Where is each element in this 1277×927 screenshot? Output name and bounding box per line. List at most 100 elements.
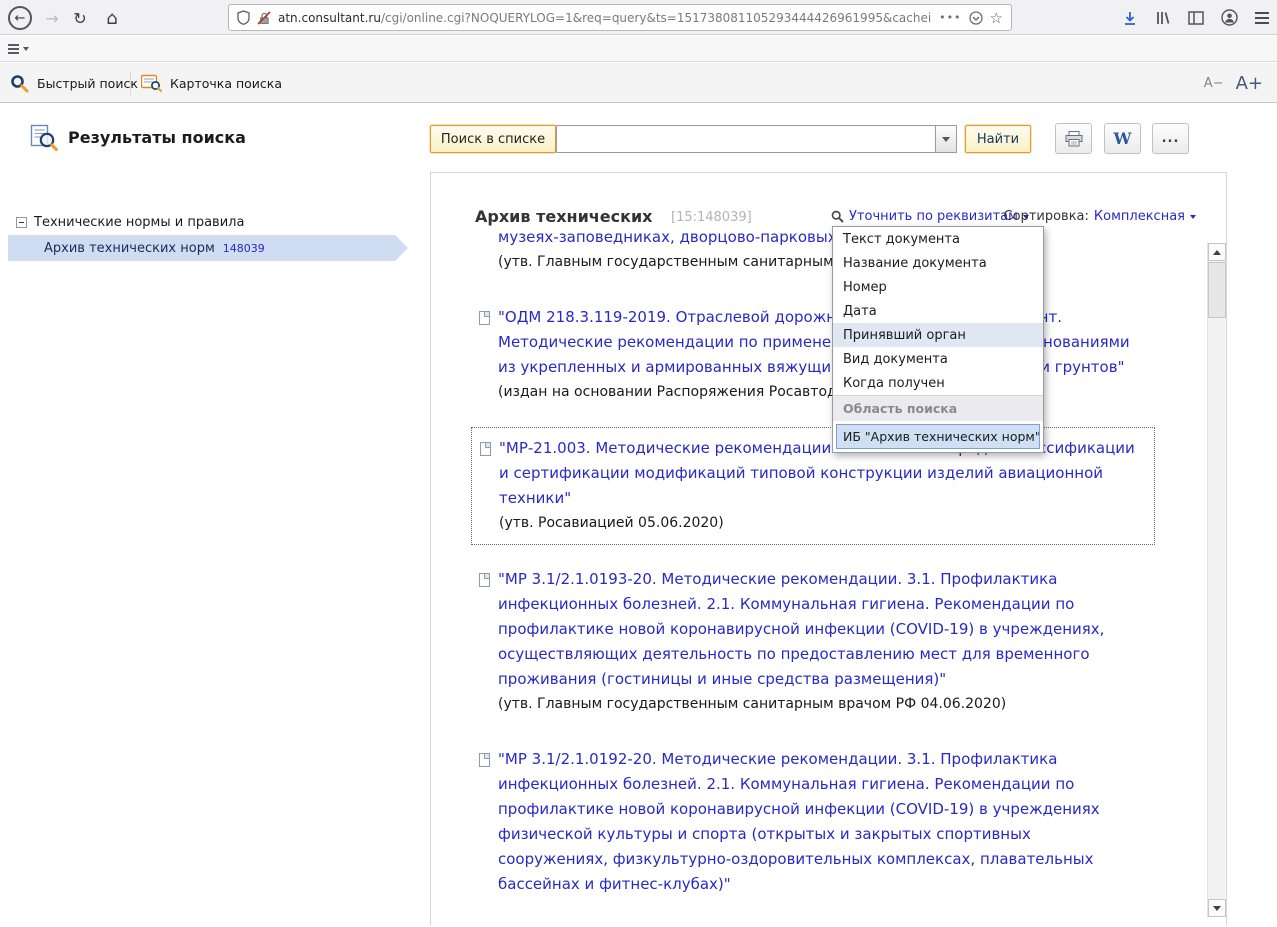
home-button[interactable]: ⌂: [98, 4, 126, 32]
back-icon: ←: [8, 6, 32, 30]
refine-search-icon: [831, 210, 844, 223]
secondary-toolbar: [0, 36, 1277, 62]
menu-item-document-text[interactable]: Текст документа: [833, 227, 1043, 251]
refine-by-attributes-button[interactable]: Уточнить по реквизитам: [831, 209, 1029, 224]
insecure-lock-icon[interactable]: [257, 11, 271, 25]
printer-icon: [1065, 131, 1083, 147]
result-note: (утв. Росавиацией 05.06.2020): [499, 511, 1142, 536]
export-word-button[interactable]: W: [1104, 123, 1141, 154]
word-icon: W: [1114, 129, 1132, 148]
menu-item-adopting-authority[interactable]: Принявший орган: [833, 323, 1043, 347]
search-history-dropdown-button[interactable]: [935, 126, 956, 152]
scrollbar-thumb[interactable]: [1208, 262, 1226, 318]
download-icon[interactable]: [1122, 10, 1138, 26]
menu-item-document-name[interactable]: Название документа: [833, 251, 1043, 275]
list-title: Архив технических: [475, 207, 652, 226]
url-host: atn.consultant.ru: [278, 11, 381, 25]
font-size-controls: A− A+: [1204, 63, 1263, 103]
url-text: atn.consultant.ru/cgi/online.cgi?NOQUERY…: [278, 11, 932, 25]
forward-button[interactable]: →: [38, 4, 66, 32]
result-item: "МР 3.1/2.1.0193-20. Методические рекоме…: [498, 567, 1143, 717]
page-actions-icon[interactable]: •••: [939, 11, 961, 24]
search-combo: [556, 125, 957, 153]
find-button[interactable]: Найти: [965, 125, 1031, 153]
reload-button[interactable]: ↻: [66, 4, 94, 32]
decrease-font-button[interactable]: A−: [1204, 76, 1224, 91]
result-item: музеях-заповедниках, дворцово-парковых м…: [498, 225, 1143, 275]
results-list: музеях-заповедниках, дворцово-парковых м…: [498, 225, 1143, 927]
result-item: "ОДМ 218.3.119-2019. Отраслевой дорожный…: [498, 305, 1143, 405]
app-toolbar: Быстрый поиск Карточка поиска A− A+: [0, 63, 1277, 103]
list-counter: [15:148039]: [671, 210, 752, 225]
search-results-heading: Результаты поиска: [30, 124, 246, 151]
result-note: (издан на основании Распоряжения Росавто…: [498, 380, 1143, 405]
menu-item-date-received[interactable]: Когда получен: [833, 371, 1043, 395]
scroll-up-button[interactable]: [1208, 243, 1226, 261]
print-button[interactable]: [1055, 123, 1092, 154]
search-in-list-button[interactable]: Поиск в списке: [430, 125, 556, 153]
document-icon: [479, 311, 490, 325]
bookmark-star-icon[interactable]: ☆: [990, 9, 1003, 27]
scroll-down-button[interactable]: [1208, 899, 1226, 917]
tree-item-archive-selected[interactable]: Архив технических норм 148039: [8, 235, 408, 261]
sort-value: Комплексная: [1094, 209, 1185, 224]
tree-node-label: Технические нормы и правила: [34, 215, 244, 230]
sort-control[interactable]: Сортировка: Комплексная: [1004, 209, 1196, 224]
dropdown-scope-item[interactable]: ИБ "Архив технических норм": [836, 424, 1040, 449]
account-icon[interactable]: [1221, 9, 1238, 26]
tree-node-technical-norms[interactable]: Технические нормы и правила: [16, 215, 244, 230]
more-actions-button[interactable]: ...: [1152, 123, 1189, 154]
page-content: Результаты поиска Технические нормы и пр…: [0, 104, 1277, 925]
menu-icon[interactable]: [1255, 12, 1269, 24]
toolbar-separator: [130, 71, 131, 95]
document-icon: [480, 442, 491, 456]
quick-search-label: Быстрый поиск: [37, 76, 138, 91]
url-path: /cgi/online.cgi?NOQUERYLOG=1&req=query&t…: [381, 11, 932, 25]
menu-item-date[interactable]: Дата: [833, 299, 1043, 323]
quick-search-button[interactable]: Быстрый поиск: [10, 63, 138, 103]
chevron-down-icon: [23, 47, 29, 51]
browser-toolbar: ← → ↻ ⌂ atn.consultant.ru/cgi/online.cgi…: [0, 0, 1277, 35]
result-item-focused: "МР-21.003. Методические рекомендации. Р…: [471, 427, 1155, 545]
selected-tree-label: Архив технических норм: [44, 241, 215, 256]
pocket-icon[interactable]: [969, 11, 983, 25]
chevron-down-icon: [942, 137, 950, 142]
search-card-button[interactable]: Карточка поиска: [141, 63, 282, 103]
collapse-icon[interactable]: [16, 217, 27, 228]
search-results-title: Результаты поиска: [68, 128, 246, 147]
search-card-icon: [141, 74, 162, 92]
search-card-label: Карточка поиска: [170, 76, 282, 91]
back-button[interactable]: ←: [6, 4, 34, 32]
document-icon: [479, 753, 490, 767]
menu-item-document-type[interactable]: Вид документа: [833, 347, 1043, 371]
search-input[interactable]: [557, 126, 935, 152]
browser-action-icons: [1122, 0, 1269, 35]
chevron-down-icon: [1190, 215, 1196, 219]
sort-label: Сортировка:: [1004, 209, 1089, 224]
list-menu-button[interactable]: [8, 40, 29, 58]
result-link[interactable]: "ОДМ 218.3.119-2019. Отраслевой дорожный…: [498, 305, 1143, 380]
sidebar-toggle-icon[interactable]: [1188, 11, 1204, 25]
result-link[interactable]: "МР-21.003. Методические рекомендации. Р…: [499, 436, 1142, 511]
result-note: (утв. Главным государственным санитарным…: [498, 250, 1143, 275]
result-note: (утв. Главным государственным санитарным…: [498, 692, 1143, 717]
more-icon: ...: [1162, 131, 1180, 146]
search-results-icon: [30, 124, 58, 151]
url-bar[interactable]: atn.consultant.ru/cgi/online.cgi?NOQUERY…: [228, 4, 1012, 31]
result-link[interactable]: "МР 3.1/2.1.0192-20. Методические рекоме…: [498, 747, 1143, 897]
document-icon: [479, 573, 490, 587]
results-panel: Архив технических [15:148039] Уточнить п…: [430, 172, 1227, 925]
arrow-down-icon: [1213, 906, 1221, 911]
refine-label: Уточнить по реквизитам: [849, 209, 1018, 224]
refine-dropdown-menu: Текст документа Название документа Номер…: [832, 226, 1044, 453]
menu-item-number[interactable]: Номер: [833, 275, 1043, 299]
result-link[interactable]: музеях-заповедниках, дворцово-парковых м…: [498, 225, 1143, 250]
result-item: "МР 3.1/2.1.0192-20. Методические рекоме…: [498, 747, 1143, 897]
dropdown-section-header: Область поиска: [833, 395, 1043, 421]
vertical-scrollbar[interactable]: [1207, 243, 1225, 917]
increase-font-button[interactable]: A+: [1236, 73, 1263, 94]
tracking-protection-shield-icon[interactable]: [237, 10, 250, 25]
library-icon[interactable]: [1155, 10, 1171, 26]
result-count-badge: 148039: [223, 242, 265, 255]
result-link[interactable]: "МР 3.1/2.1.0193-20. Методические рекоме…: [498, 567, 1143, 692]
